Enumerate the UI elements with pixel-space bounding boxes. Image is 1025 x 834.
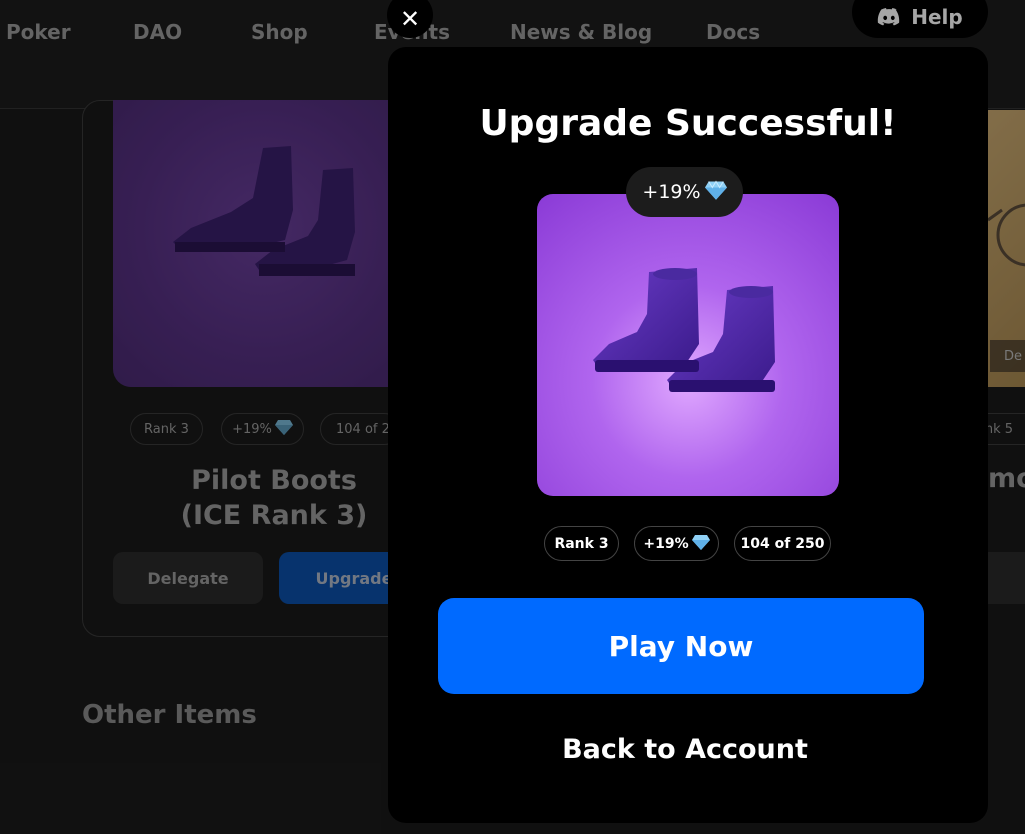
- bonus-value: +19%: [643, 535, 689, 552]
- bonus-tag-value: +19%: [642, 181, 701, 203]
- close-icon: ✕: [399, 5, 421, 33]
- bonus-badge: +19%: [634, 526, 719, 561]
- play-now-button[interactable]: Play Now: [438, 598, 924, 694]
- rank-badge: Rank 3: [544, 526, 619, 561]
- edition-badge: 104 of 250: [734, 526, 831, 561]
- bonus-tag: +19%: [626, 167, 743, 217]
- modal-title: Upgrade Successful!: [479, 103, 897, 144]
- diamond-icon: [691, 534, 710, 554]
- item-image: [537, 194, 839, 496]
- diamond-icon: [704, 179, 727, 205]
- upgrade-success-modal: Upgrade Successful! +19% Rank 3 +19% 104…: [388, 47, 988, 823]
- boots-image: [593, 268, 775, 392]
- back-to-account-link[interactable]: Back to Account: [388, 734, 982, 765]
